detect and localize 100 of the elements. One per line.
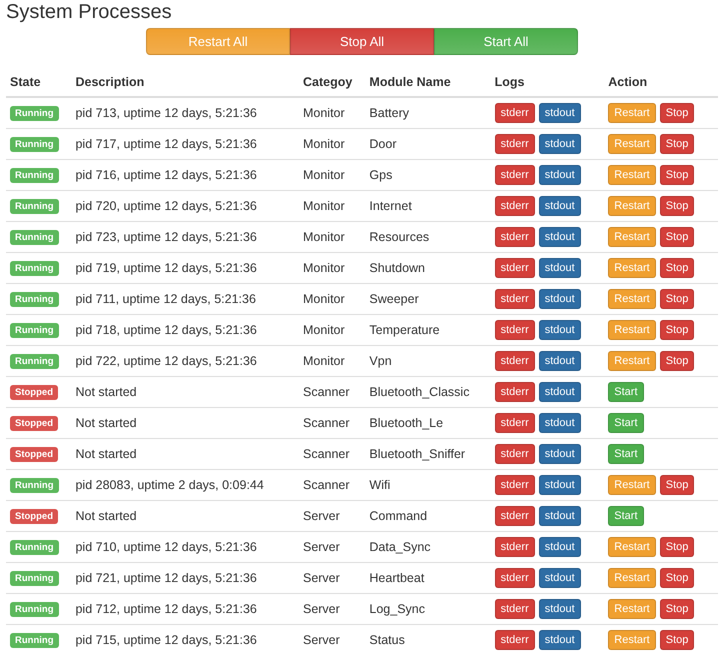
description-text: pid 721, uptime 12 days, 5:21:36 (75, 571, 257, 585)
action-button[interactable]: Stop (660, 351, 694, 371)
category-text: Server (302, 633, 340, 647)
action-button[interactable]: Stop (660, 258, 694, 278)
description-text: pid 715, uptime 12 days, 5:21:36 (75, 633, 257, 647)
log-button[interactable]: stderr (494, 444, 535, 464)
description-text: Not started (75, 509, 137, 523)
module-name-text: Door (369, 137, 396, 151)
log-button[interactable]: stdout (538, 475, 581, 495)
log-button[interactable]: stdout (538, 289, 581, 309)
log-button[interactable]: stdout (538, 165, 581, 185)
bulk-action-button[interactable]: Start All (434, 28, 578, 55)
log-button[interactable]: stderr (494, 475, 535, 495)
action-button[interactable]: Start (608, 506, 644, 526)
state-label: Running (10, 633, 59, 648)
log-button[interactable]: stdout (538, 351, 581, 371)
state-label: Running (10, 292, 59, 307)
action-button[interactable]: Stop (660, 537, 694, 557)
action-button[interactable]: Stop (660, 134, 694, 154)
module-name-text: Log_Sync (369, 602, 426, 616)
log-button[interactable]: stderr (494, 537, 535, 557)
action-button[interactable]: Start (608, 382, 644, 402)
state-label: Running (10, 540, 59, 555)
category-text: Monitor (302, 137, 345, 151)
page-title: System Processes (6, 0, 173, 24)
category-text: Scanner (302, 385, 350, 399)
action-button[interactable]: Stop (660, 320, 694, 340)
action-button[interactable]: Stop (660, 568, 694, 588)
log-button[interactable]: stderr (494, 289, 535, 309)
action-button[interactable]: Stop (660, 599, 694, 619)
module-name-text: Vpn (369, 354, 392, 368)
log-button[interactable]: stderr (494, 599, 535, 619)
action-button[interactable]: Start (608, 444, 644, 464)
log-button[interactable]: stderr (494, 630, 535, 650)
description-text: Not started (75, 385, 137, 399)
action-button[interactable]: Stop (660, 475, 694, 495)
log-button[interactable]: stdout (538, 537, 581, 557)
description-text: pid 711, uptime 12 days, 5:21:36 (75, 292, 256, 306)
log-button[interactable]: stdout (538, 413, 581, 433)
log-button[interactable]: stdout (538, 382, 581, 402)
state-label: Running (10, 199, 59, 214)
action-button[interactable]: Stop (660, 196, 694, 216)
category-text: Monitor (302, 323, 345, 337)
action-button[interactable]: Stop (660, 165, 694, 185)
state-label: Running (10, 323, 59, 338)
log-button[interactable]: stderr (494, 506, 535, 526)
module-name-text: Heartbeat (369, 571, 424, 585)
category-text: Monitor (302, 230, 345, 244)
module-name-text: Sweeper (369, 292, 419, 306)
log-button[interactable]: stdout (538, 103, 581, 123)
log-button[interactable]: stdout (538, 196, 581, 216)
category-text: Server (302, 571, 340, 585)
log-button[interactable]: stdout (538, 320, 581, 340)
log-button[interactable]: stdout (538, 630, 581, 650)
log-button[interactable]: stdout (538, 599, 581, 619)
log-button[interactable]: stdout (538, 568, 581, 588)
module-name-text: Wifi (369, 478, 390, 492)
state-label: Running (10, 106, 59, 121)
state-label: Stopped (10, 416, 58, 431)
column-header: Categoy (302, 75, 352, 89)
log-button[interactable]: stderr (494, 258, 535, 278)
description-text: pid 713, uptime 12 days, 5:21:36 (75, 106, 257, 120)
log-button[interactable]: stderr (494, 351, 535, 371)
description-text: pid 718, uptime 12 days, 5:21:36 (75, 323, 257, 337)
action-button[interactable]: Stop (660, 630, 694, 650)
log-button[interactable]: stderr (494, 568, 535, 588)
category-text: Scanner (302, 478, 350, 492)
module-name-text: Resources (369, 230, 430, 244)
log-button[interactable]: stderr (494, 227, 535, 247)
description-text: pid 712, uptime 12 days, 5:21:36 (75, 602, 257, 616)
state-label: Stopped (10, 509, 58, 524)
action-button[interactable]: Start (608, 413, 644, 433)
action-button[interactable]: Stop (660, 289, 694, 309)
action-button[interactable]: Stop (660, 227, 694, 247)
log-button[interactable]: stderr (494, 196, 535, 216)
log-button[interactable]: stdout (538, 444, 581, 464)
log-button[interactable]: stderr (494, 413, 535, 433)
module-name-text: Status (369, 633, 405, 647)
log-button[interactable]: stderr (494, 103, 535, 123)
category-text: Monitor (302, 292, 345, 306)
bulk-action-button[interactable]: Stop All (290, 28, 434, 55)
log-button[interactable]: stderr (494, 134, 535, 154)
log-button[interactable]: stderr (494, 165, 535, 185)
state-label: Stopped (10, 385, 58, 400)
log-button[interactable]: stdout (538, 227, 581, 247)
log-button[interactable]: stdout (538, 258, 581, 278)
log-button[interactable]: stderr (494, 320, 535, 340)
module-name-text: Data_Sync (369, 540, 431, 554)
module-name-text: Gps (369, 168, 392, 182)
category-text: Server (302, 509, 340, 523)
column-header: Description (75, 75, 144, 89)
column-header: State (10, 75, 41, 89)
log-button[interactable]: stdout (538, 506, 581, 526)
description-text: pid 722, uptime 12 days, 5:21:36 (75, 354, 257, 368)
log-button[interactable]: stderr (494, 382, 535, 402)
description-text: pid 710, uptime 12 days, 5:21:36 (75, 540, 257, 554)
category-text: Scanner (302, 416, 350, 430)
state-label: Running (10, 261, 59, 276)
log-button[interactable]: stdout (538, 134, 581, 154)
action-button[interactable]: Stop (660, 103, 694, 123)
